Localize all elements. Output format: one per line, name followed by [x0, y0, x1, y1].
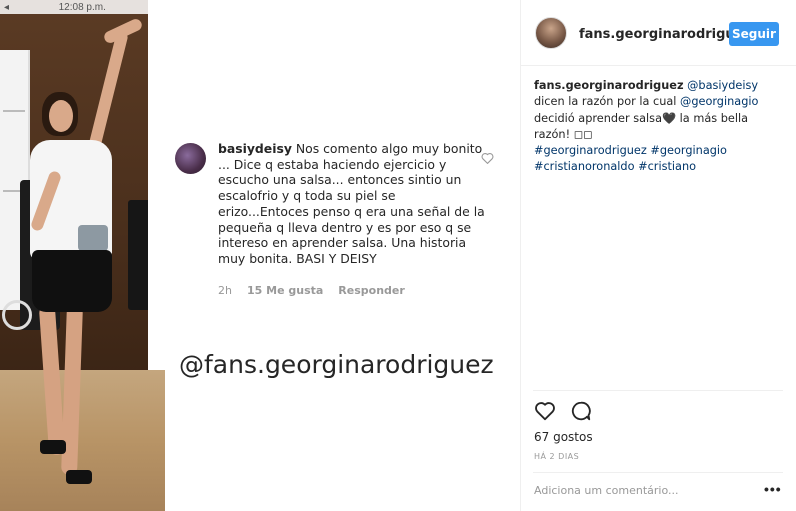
heart-icon[interactable]	[534, 400, 556, 422]
comment-bubble-icon[interactable]	[570, 400, 592, 422]
caption-text: dicen la razón por la cual	[534, 95, 681, 109]
dancer-skirt	[32, 250, 112, 312]
divider	[533, 472, 783, 473]
comment-username[interactable]: basiydeisy	[218, 141, 292, 156]
watermark-handle: @fans.georginarodriguez	[179, 350, 494, 379]
hashtag-link[interactable]: #cristiano	[638, 160, 696, 173]
shirt-print	[78, 225, 108, 251]
dancer-shoe	[66, 470, 92, 484]
hashtag-link[interactable]: #georginarodriguez	[534, 144, 647, 157]
post-panel: fans.georginarodriguez Seguir fans.georg…	[520, 0, 796, 511]
likes-count[interactable]: 67 gostos	[534, 430, 593, 444]
caption-mention[interactable]: @basiydeisy	[687, 79, 758, 92]
author-avatar[interactable]	[535, 17, 567, 49]
add-comment-input[interactable]	[534, 484, 754, 497]
hashtag-link[interactable]: #cristianoronaldo	[534, 160, 635, 173]
heart-outline-icon[interactable]	[481, 152, 494, 164]
dancer-shoe	[40, 440, 66, 454]
phone-status-bar: ◂ 12:08 p.m. ▮	[0, 0, 165, 14]
post-photo: ◂ 12:08 p.m. ▮	[0, 0, 165, 511]
post-caption: fans.georginarodriguez @basiydeisy dicen…	[534, 78, 784, 176]
dancer-face	[49, 100, 73, 132]
more-options-button[interactable]: •••	[764, 481, 782, 497]
divider	[533, 390, 783, 391]
reply-button[interactable]: Responder	[338, 284, 405, 297]
comment-body: Nos comento algo muy bonito ... Dice q e…	[218, 141, 485, 266]
commenter-avatar[interactable]	[175, 143, 206, 174]
black-heart-emoji: 🖤	[662, 111, 677, 125]
emoji-boxes: ◻◻	[573, 127, 593, 141]
comment-meta: 2h 15 Me gusta Responder	[218, 284, 405, 297]
dancer-arm	[88, 30, 129, 150]
comment-text: basiydeisy Nos comento algo muy bonito .…	[218, 141, 485, 267]
comment-screenshot: basiydeisy Nos comento algo muy bonito .…	[165, 0, 520, 511]
wooden-floor	[0, 370, 165, 511]
comment-likes[interactable]: 15 Me gusta	[247, 284, 323, 297]
hashtag-link[interactable]: #georginagio	[650, 144, 727, 157]
caption-mention[interactable]: @georginagio	[680, 95, 758, 108]
caption-text: decidió aprender salsa	[534, 111, 662, 125]
status-time: 12:08 p.m.	[58, 1, 106, 13]
post-time: HÁ 2 DIAS	[534, 452, 580, 461]
signal-icon: ◂	[4, 1, 10, 13]
comment-time: 2h	[218, 284, 232, 297]
follow-button[interactable]: Seguir	[729, 22, 779, 46]
author-username[interactable]: fans.georginarodriguez	[579, 27, 751, 42]
caption-author[interactable]: fans.georginarodriguez	[534, 79, 684, 92]
equipment-wheel	[2, 300, 32, 330]
post-actions	[534, 400, 592, 422]
post-header: fans.georginarodriguez Seguir	[521, 0, 796, 66]
photo-border	[148, 0, 165, 380]
